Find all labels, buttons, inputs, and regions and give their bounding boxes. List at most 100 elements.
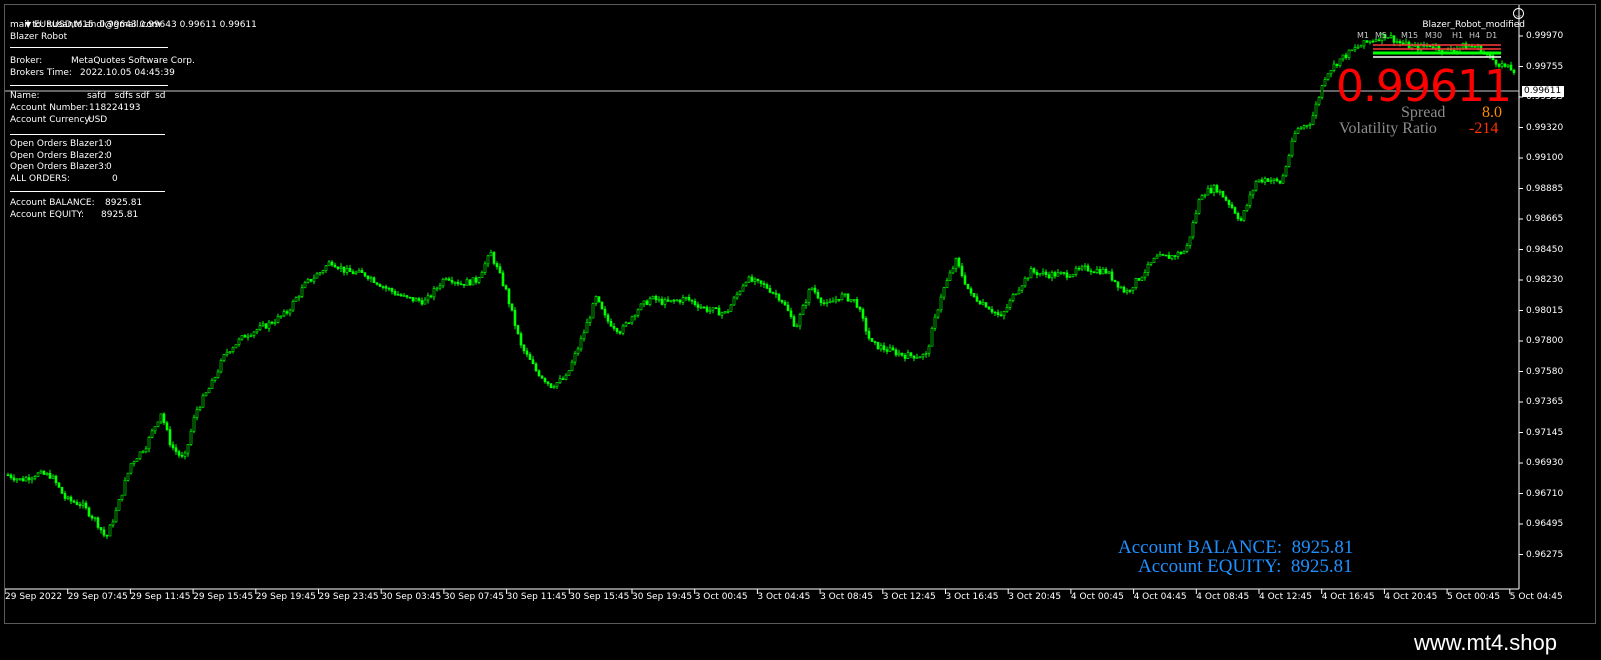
- candle-body: [789, 310, 793, 317]
- candle-body: [603, 308, 607, 316]
- candle-body: [1323, 79, 1327, 86]
- candle-body: [987, 306, 991, 310]
- timeframe-label[interactable]: D1: [1486, 31, 1497, 40]
- candle-body: [501, 272, 505, 286]
- candle-body: [489, 252, 493, 257]
- candle-body: [1308, 124, 1312, 126]
- candle-body: [1365, 40, 1369, 43]
- candle-body: [792, 316, 796, 327]
- candle-body: [348, 268, 352, 272]
- candle-body: [435, 287, 439, 290]
- candle-body: [588, 317, 592, 323]
- timeframe-label[interactable]: H4: [1469, 31, 1480, 40]
- candle-body: [540, 375, 544, 379]
- candle-body: [1317, 97, 1321, 105]
- candle-body: [1050, 272, 1054, 279]
- candle-body: [1398, 40, 1402, 44]
- candle-body: [21, 478, 25, 482]
- candle-body: [1287, 155, 1291, 167]
- candle-body: [120, 494, 124, 500]
- candle-body: [912, 355, 916, 359]
- candle-body: [561, 378, 565, 381]
- candle-body: [1194, 213, 1198, 223]
- candle-body: [216, 371, 220, 378]
- candle-body: [312, 277, 316, 282]
- candle-body: [354, 271, 358, 275]
- candle-body: [486, 255, 490, 265]
- candle-body: [516, 325, 520, 334]
- candle-body: [321, 270, 325, 273]
- candle-body: [318, 272, 322, 275]
- overlay-equity: Account EQUITY: 8925.81: [1138, 556, 1353, 577]
- candle-body: [858, 307, 862, 310]
- current-price-marker: 0.99611: [1522, 86, 1564, 97]
- candle-body: [6, 474, 10, 477]
- time-tick-label: 5 Oct 04:45: [1509, 592, 1563, 602]
- timeframe-label[interactable]: H1: [1452, 31, 1463, 40]
- price-tick-label: 0.97580: [1526, 366, 1564, 377]
- candle-body: [1275, 178, 1279, 182]
- candle-body: [429, 295, 433, 298]
- candle-body: [816, 291, 820, 299]
- candle-body: [1002, 311, 1006, 317]
- candle-body: [315, 273, 319, 279]
- candle-body: [510, 303, 514, 311]
- candle-body: [1167, 254, 1171, 259]
- candle-body: [48, 472, 52, 479]
- smiley-icon[interactable]: ‿: [1513, 8, 1524, 19]
- timeframe-label[interactable]: M5: [1375, 31, 1387, 40]
- candle-body: [42, 470, 46, 475]
- candle-body: [1083, 265, 1087, 268]
- timeframe-label[interactable]: M15: [1401, 31, 1418, 40]
- time-tick-label: 29 Sep 11:45: [130, 592, 191, 602]
- ea-name[interactable]: Blazer_Robot_modified: [1405, 7, 1525, 43]
- price-tick-label: 0.97145: [1526, 427, 1564, 438]
- account-balance-label: Account BALANCE:: [10, 198, 95, 208]
- candle-body: [981, 302, 985, 305]
- account-equity-value: 8925.81: [101, 210, 139, 220]
- candle-body: [414, 298, 418, 302]
- candle-body: [519, 333, 523, 346]
- candle-body: [150, 430, 154, 438]
- candle-body: [1248, 194, 1252, 206]
- candle-body: [234, 344, 238, 349]
- candle-body: [372, 277, 376, 283]
- candle-body: [270, 321, 274, 324]
- candle-body: [675, 299, 679, 302]
- candle-body: [483, 263, 487, 273]
- candle-body: [948, 272, 952, 281]
- candle-body: [1155, 255, 1159, 259]
- candle-body: [1212, 185, 1216, 194]
- candle-body: [1245, 205, 1249, 211]
- candle-body: [498, 266, 502, 274]
- candle-body: [1107, 271, 1111, 274]
- candle-body: [1131, 287, 1135, 292]
- candle-body: [132, 461, 136, 464]
- price-tick-label: 0.99970: [1526, 31, 1564, 41]
- price-tick-label: 0.98885: [1526, 183, 1564, 194]
- candle-body: [810, 287, 814, 291]
- candle-body: [375, 282, 379, 285]
- candle-body: [735, 293, 739, 299]
- timeframe-label[interactable]: M1: [1357, 31, 1369, 40]
- candle-body: [672, 299, 676, 302]
- candle-body: [180, 454, 184, 457]
- candle-body: [99, 527, 103, 531]
- candle-body: [1071, 273, 1075, 277]
- price-tick-label: 0.98665: [1526, 214, 1564, 224]
- candle-body: [1218, 190, 1222, 193]
- candle-body: [831, 300, 835, 303]
- candle-body: [1029, 268, 1033, 279]
- candle-body: [1347, 49, 1351, 58]
- candle-body: [1182, 251, 1186, 255]
- candle-body: [918, 356, 922, 359]
- timeframe-label[interactable]: M30: [1425, 31, 1442, 40]
- candle-body: [738, 290, 742, 295]
- candle-body: [102, 529, 106, 536]
- chart-area[interactable]: ▼ EURUSD,M15 0.99643 0.99643 0.99611 0.9…: [4, 4, 1596, 624]
- candle-body: [1401, 42, 1405, 45]
- candle-body: [684, 296, 688, 299]
- candle-body: [864, 318, 868, 332]
- candle-body: [1149, 262, 1153, 265]
- candle-body: [579, 338, 583, 350]
